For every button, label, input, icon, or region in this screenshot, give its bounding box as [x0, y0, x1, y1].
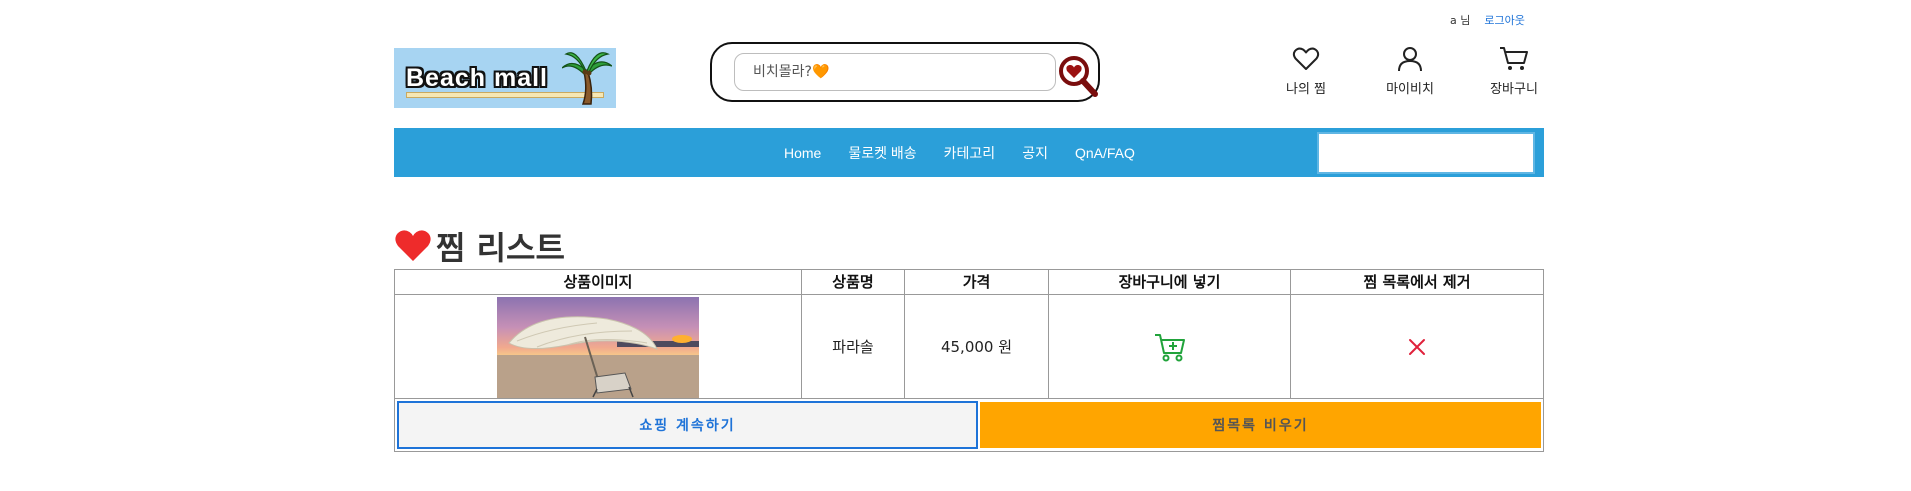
parasol-product-image[interactable] [497, 297, 699, 398]
heart-icon [395, 230, 431, 261]
page-title: 찜 리스트 [394, 224, 565, 268]
header-remove: 찜 목록에서 제거 [1291, 270, 1543, 295]
header-name: 상품명 [802, 270, 905, 295]
table-header: 상품이미지 상품명 가격 장바구니에 넣기 찜 목록에서 제거 [395, 270, 1543, 295]
mypage-label: 마이비치 [1386, 82, 1434, 97]
remove-cell [1291, 295, 1543, 399]
page-title-text: 찜 리스트 [436, 229, 565, 267]
wishlist-table: 상품이미지 상품명 가격 장바구니에 넣기 찜 목록에서 제거 파라솔 45,0… [394, 269, 1544, 452]
wishlist-label: 나의 찜 [1285, 82, 1326, 97]
beach-mall-logo[interactable]: Beach mall [394, 48, 616, 108]
product-price: 45,000 원 [905, 295, 1049, 399]
header-price: 가격 [905, 270, 1049, 295]
nav-menu: Home 물로켓 배송 카테고리 공지 QnA/FAQ [784, 128, 1135, 177]
heart-icon [1292, 47, 1320, 70]
heart-search-icon[interactable] [1058, 55, 1098, 97]
nav-item-category[interactable]: 카테고리 [944, 143, 996, 163]
header-add-to-cart: 장바구니에 넣기 [1049, 270, 1291, 295]
clear-wishlist-button[interactable]: 찜목록 비우기 [980, 402, 1541, 448]
add-to-cart-icon[interactable] [1154, 331, 1186, 363]
nav-item-rocket-delivery[interactable]: 물로켓 배송 [848, 143, 916, 163]
header-cart-link[interactable]: 장바구니 [1474, 46, 1554, 97]
nav-search-input[interactable] [1317, 132, 1535, 174]
add-to-cart-cell [1049, 295, 1291, 399]
search-input[interactable] [734, 53, 1056, 91]
logo-text: Beach mall [406, 64, 549, 92]
header-mypage-link[interactable]: 마이비치 [1370, 46, 1450, 97]
parasol-illustration [497, 316, 699, 398]
search-box [710, 42, 1100, 102]
product-name: 파라솔 [802, 295, 905, 399]
header-image: 상품이미지 [395, 270, 802, 295]
logout-link[interactable]: 로그아웃 [1484, 12, 1524, 28]
cart-label: 장바구니 [1490, 82, 1538, 97]
product-image-cell [395, 295, 802, 399]
palm-tree-icon [562, 52, 612, 105]
table-row: 파라솔 45,000 원 [395, 295, 1543, 399]
auth-links: a 님 로그아웃 [1450, 12, 1525, 28]
wishlist-actions: 쇼핑 계속하기 찜목록 비우기 [395, 399, 1543, 451]
main-nav: Home 물로켓 배송 카테고리 공지 QnA/FAQ [394, 128, 1544, 177]
user-icon [1398, 47, 1422, 72]
cart-icon [1500, 47, 1528, 70]
continue-shopping-button[interactable]: 쇼핑 계속하기 [397, 401, 978, 449]
header-wishlist-link[interactable]: 나의 찜 [1266, 46, 1346, 97]
nav-item-home[interactable]: Home [784, 145, 821, 161]
nav-item-qna[interactable]: QnA/FAQ [1075, 145, 1135, 161]
nav-item-notice[interactable]: 공지 [1022, 143, 1048, 163]
remove-x-icon[interactable] [1408, 338, 1426, 356]
username-label: a 님 [1450, 14, 1471, 27]
